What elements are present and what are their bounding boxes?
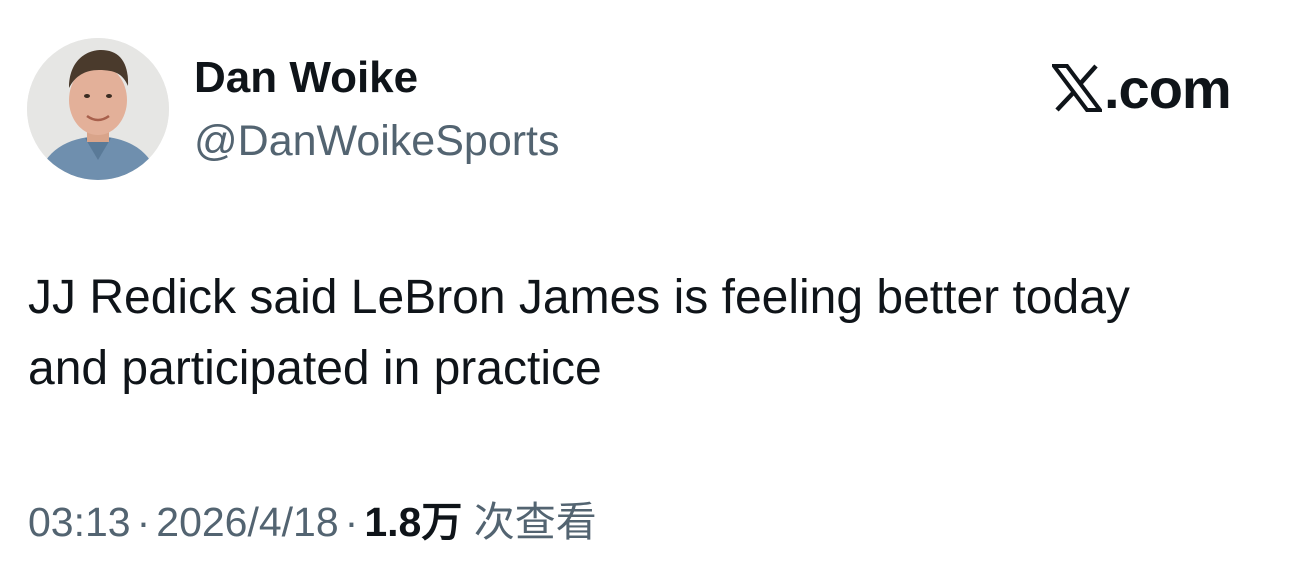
tweet-date[interactable]: 2026/4/18	[156, 499, 338, 545]
tweet-text-line: and participated in practice	[28, 342, 602, 395]
tweet-text-line: JJ Redick said LeBron James is feeling b…	[28, 271, 1130, 324]
views-count: 1.8万	[364, 499, 463, 545]
x-logo-icon	[1052, 64, 1102, 112]
meta-separator: ·	[136, 499, 151, 545]
author-avatar[interactable]	[27, 38, 169, 180]
meta-separator: ·	[344, 499, 359, 545]
author-display-name[interactable]: Dan Woike	[194, 53, 418, 103]
views-label: 次查看	[473, 499, 597, 545]
author-handle[interactable]: @DanWoikeSports	[194, 117, 560, 166]
tweet-text: JJ Redick said LeBron James is feeling b…	[28, 262, 1268, 404]
brand-domain-text: .com	[1104, 56, 1232, 120]
tweet-meta: 03:13 · 2026/4/18 · 1.8万 次查看	[28, 488, 597, 548]
avatar-image	[27, 38, 169, 180]
x-brand-logo: .com	[1052, 56, 1232, 120]
tweet-time[interactable]: 03:13	[28, 499, 131, 545]
